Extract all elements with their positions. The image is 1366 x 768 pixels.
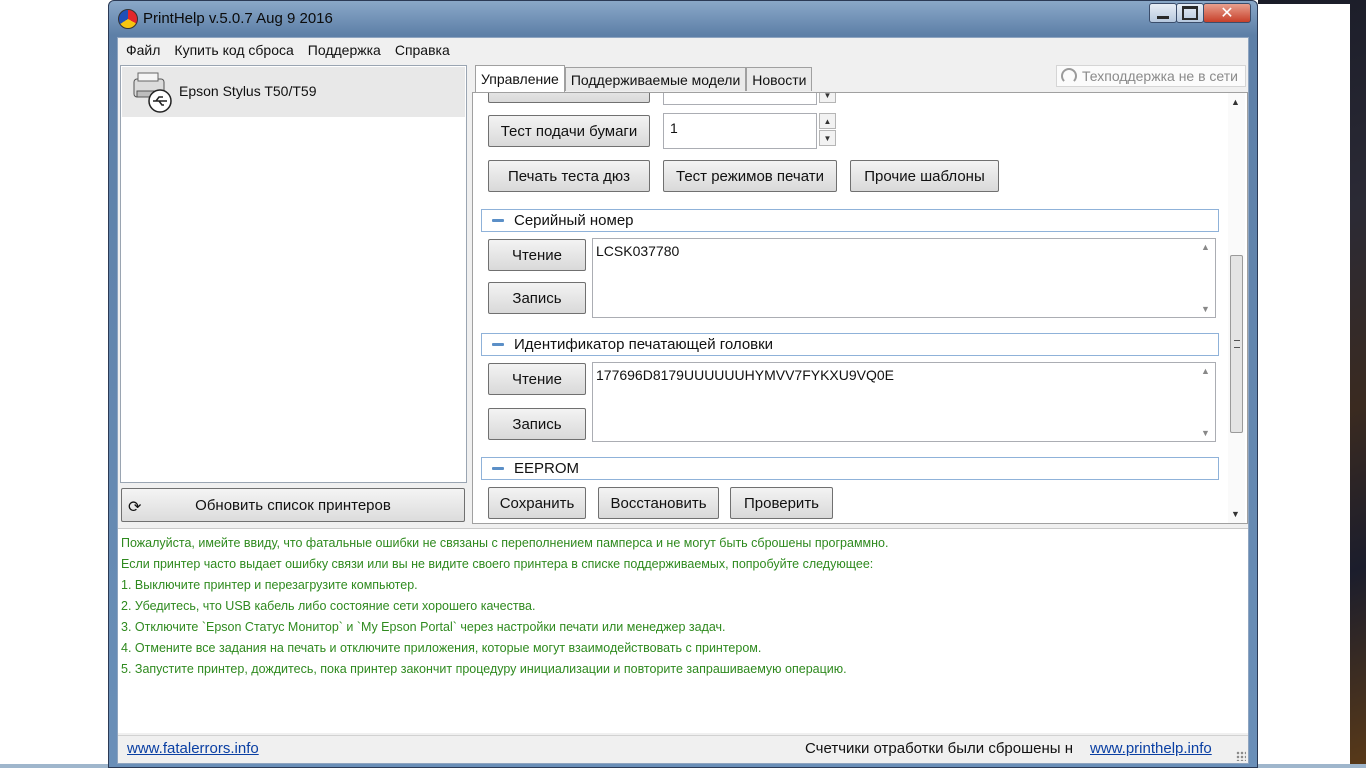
log-line: 4. Отмените все задания на печать и откл… xyxy=(121,641,762,655)
tab-supported-models[interactable]: Поддерживаемые модели xyxy=(564,67,747,91)
title-bar[interactable]: PrintHelp v.5.0.7 Aug 9 2016 ✕ xyxy=(109,1,1257,37)
log-line: Пожалуйста, имейте ввиду, что фатальные … xyxy=(121,536,889,550)
log-panel: Пожалуйста, имейте ввиду, что фатальные … xyxy=(118,528,1248,733)
printer-list-item[interactable]: Epson Stylus T50/T59 xyxy=(122,67,465,117)
eeprom-restore-button[interactable]: Восстановить xyxy=(598,487,719,519)
hidden-spin-down[interactable]: ▼ xyxy=(819,93,836,103)
eeprom-save-button[interactable]: Сохранить xyxy=(488,487,586,519)
status-message: Счетчики отработки были сброшены н xyxy=(805,740,1073,757)
paper-feed-test-button[interactable]: Тест подачи бумаги xyxy=(488,115,650,147)
minimize-button[interactable] xyxy=(1149,3,1177,23)
collapse-icon[interactable] xyxy=(492,467,504,470)
serial-write-button[interactable]: Запись xyxy=(488,282,586,314)
window-title: PrintHelp v.5.0.7 Aug 9 2016 xyxy=(143,10,333,27)
serial-number-value: LCSK037780 xyxy=(596,243,680,259)
scroll-down-arrow[interactable]: ▼ xyxy=(1231,509,1240,519)
resize-grip[interactable] xyxy=(1236,751,1246,761)
log-line: Если принтер часто выдает ошибку связи и… xyxy=(121,557,874,571)
headset-icon xyxy=(1061,68,1077,84)
field-scrollbar[interactable]: ▲ ▼ xyxy=(1198,240,1214,316)
tab-bar: Управление Поддерживаемые модели Новости xyxy=(475,65,813,92)
serial-number-field[interactable]: LCSK037780 ▲ ▼ xyxy=(592,238,1216,318)
status-bar: www.fatalerrors.info Счетчики отработки … xyxy=(118,735,1248,763)
other-templates-button[interactable]: Прочие шаблоны xyxy=(850,160,999,192)
control-panel-scrollbar[interactable]: ▲ ▼ xyxy=(1228,93,1245,523)
log-line: 2. Убедитесь, что USB кабель либо состоя… xyxy=(121,599,536,613)
close-button[interactable]: ✕ xyxy=(1203,3,1251,23)
field-scrollbar[interactable]: ▲ ▼ xyxy=(1198,364,1214,440)
print-modes-test-button[interactable]: Тест режимов печати xyxy=(663,160,837,192)
serial-number-section[interactable]: Серийный номер xyxy=(481,209,1219,232)
log-line: 1. Выключите принтер и перезагрузите ком… xyxy=(121,578,418,592)
app-logo-icon xyxy=(118,9,138,29)
app-window: PrintHelp v.5.0.7 Aug 9 2016 ✕ Файл Купи… xyxy=(108,0,1258,768)
menu-bar: Файл Купить код сброса Поддержка Справка xyxy=(118,38,1248,62)
collapse-icon[interactable] xyxy=(492,219,504,222)
collapse-icon[interactable] xyxy=(492,343,504,346)
hidden-top-input[interactable] xyxy=(663,93,817,105)
refresh-printers-button[interactable]: ⟳ Обновить список принтеров xyxy=(121,488,465,522)
client-area: Файл Купить код сброса Поддержка Справка… xyxy=(117,37,1249,764)
window-controls: ✕ xyxy=(1149,3,1251,23)
printhelp-link[interactable]: www.printhelp.info xyxy=(1090,740,1212,757)
serial-number-title: Серийный номер xyxy=(514,212,634,229)
scroll-thumb[interactable] xyxy=(1230,255,1243,433)
head-id-section[interactable]: Идентификатор печатающей головки xyxy=(481,333,1219,356)
tab-control[interactable]: Управление xyxy=(475,65,565,92)
spin-up-button[interactable]: ▲ xyxy=(819,113,836,129)
eeprom-section[interactable]: EEPROM xyxy=(481,457,1219,480)
head-id-title: Идентификатор печатающей головки xyxy=(514,336,774,353)
printer-name: Epson Stylus T50/T59 xyxy=(179,83,317,99)
log-line: 3. Отключите `Epson Статус Монитор` и `M… xyxy=(121,620,726,634)
tab-news[interactable]: Новости xyxy=(746,67,813,91)
refresh-printers-label: Обновить список принтеров xyxy=(195,496,391,514)
control-panel: ▼ Тест подачи бумаги 1 ▲ ▼ Печать теста … xyxy=(472,92,1248,524)
head-id-field[interactable]: 177696D8179UUUUUUHYMVV7FYKXU9VQ0E ▲ ▼ xyxy=(592,362,1216,442)
head-id-value: 177696D8179UUUUUUHYMVV7FYKXU9VQ0E xyxy=(596,367,895,383)
support-status-text: Техподдержка не в сети xyxy=(1082,68,1238,84)
menu-support[interactable]: Поддержка xyxy=(308,42,381,58)
menu-buy-reset-code[interactable]: Купить код сброса xyxy=(174,42,293,58)
support-status-field: Техподдержка не в сети xyxy=(1056,65,1246,87)
eeprom-title: EEPROM xyxy=(514,460,580,477)
desktop-window-behind xyxy=(1258,4,1350,768)
menu-help[interactable]: Справка xyxy=(395,42,450,58)
nozzle-check-button[interactable]: Печать теста дюз xyxy=(488,160,650,192)
scroll-up-arrow[interactable]: ▲ xyxy=(1231,97,1240,107)
hidden-top-button[interactable] xyxy=(488,93,650,103)
usb-printer-icon xyxy=(133,72,172,113)
serial-read-button[interactable]: Чтение xyxy=(488,239,586,271)
spin-down-button[interactable]: ▼ xyxy=(819,130,836,146)
eeprom-verify-button[interactable]: Проверить xyxy=(730,487,833,519)
desktop-background-left xyxy=(0,0,108,768)
head-id-write-button[interactable]: Запись xyxy=(488,408,586,440)
maximize-button[interactable] xyxy=(1176,3,1204,23)
fatalerrors-link[interactable]: www.fatalerrors.info xyxy=(127,740,259,757)
printer-list: Epson Stylus T50/T59 xyxy=(120,65,467,483)
paper-feed-count-input[interactable]: 1 xyxy=(663,113,817,149)
log-line: 5. Запустите принтер, дождитесь, пока пр… xyxy=(121,662,847,676)
refresh-icon: ⟳ xyxy=(128,499,142,516)
head-id-read-button[interactable]: Чтение xyxy=(488,363,586,395)
menu-file[interactable]: Файл xyxy=(126,42,160,58)
